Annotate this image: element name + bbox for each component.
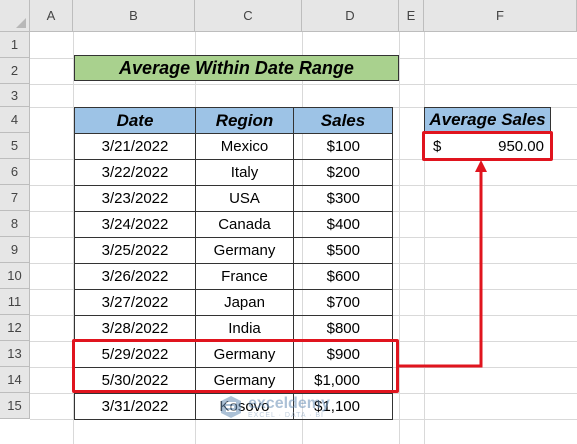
connector-arrow (399, 160, 487, 368)
watermark-name: exceldemy (248, 394, 330, 412)
connector-line (399, 170, 483, 368)
watermark: exceldemy EXCEL · DATA · BI (218, 394, 330, 420)
exceldemy-logo-icon (221, 396, 241, 418)
arrow-head-icon (475, 160, 487, 172)
watermark-tagline: EXCEL · DATA · BI (248, 411, 324, 419)
spreadsheet[interactable]: A B C D E F 1 2 3 4 5 6 7 8 9 10 11 12 1… (0, 0, 577, 444)
